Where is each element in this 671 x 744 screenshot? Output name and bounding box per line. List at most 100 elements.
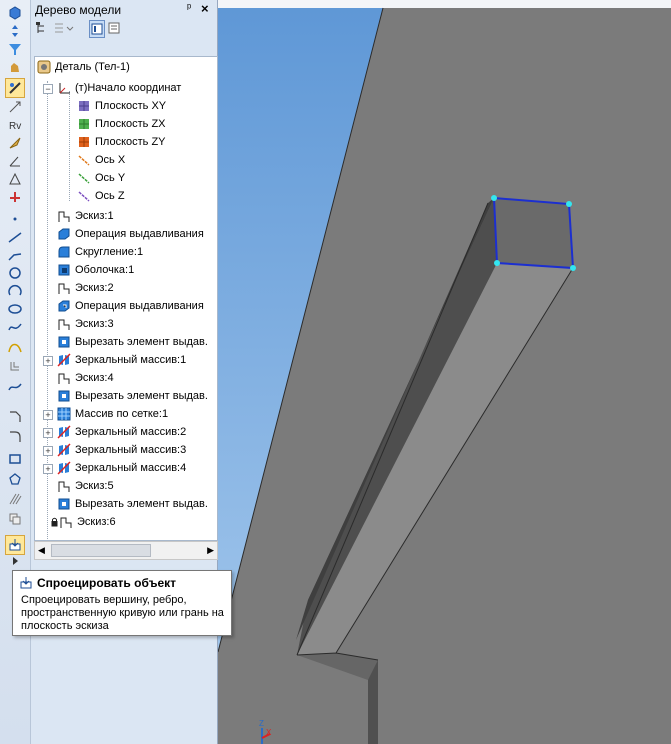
copy-icon[interactable] [6,510,24,528]
tree-item-axis-y[interactable]: Ось Y [77,169,125,187]
tooltip: Спроецировать объект Спроецировать верши… [12,570,232,636]
dimension-icon[interactable] [6,98,24,116]
polygon-icon[interactable] [6,470,24,488]
cube-icon[interactable] [6,4,24,22]
tree-item-mirror-2[interactable]: Зеркальный массив:2 [57,423,186,441]
selected-face[interactable] [494,198,573,268]
move-icon[interactable] [6,22,24,40]
pin-icon[interactable]: ᵖ [187,2,191,14]
expand-toggle[interactable]: + [43,356,53,366]
line-icon[interactable] [6,228,24,246]
ellipse-icon[interactable] [6,300,24,318]
measure-icon[interactable] [5,78,25,98]
close-icon[interactable]: × [201,1,209,16]
document-icon[interactable] [107,20,121,36]
tree-item-origin[interactable]: (т)Начало координат [57,79,181,97]
tree-item-cut-extrude-3[interactable]: Вырезать элемент выдав. [57,495,208,513]
tree-item-label: Эскиз:4 [75,372,114,384]
collapse-toggle[interactable]: − [43,84,53,94]
tree-item-mirror-3[interactable]: Зеркальный массив:3 [57,441,186,459]
mirror-icon [57,461,71,475]
model-scene: Z X [218,0,671,744]
vertex-point[interactable] [494,260,500,266]
axis-x-label: X [266,728,272,737]
circle-icon[interactable] [6,264,24,282]
tree-item-sketch-6[interactable]: Эскиз:6 [51,513,116,531]
spline-icon[interactable] [6,318,24,336]
hatch-icon[interactable] [6,490,24,508]
extrude-icon [58,300,70,312]
tree-item-mirror-4[interactable]: Зеркальный массив:4 [57,459,186,477]
sketch-icon [58,283,70,294]
horizontal-scrollbar[interactable]: ◀ ▶ [34,541,218,560]
filter-icon[interactable] [6,40,24,58]
expand-toggle[interactable]: + [43,410,53,420]
tree-item-label: Ось X [95,154,126,166]
chamfer-icon[interactable] [6,408,24,426]
vertex-point[interactable] [491,195,497,201]
tree-item-label: Эскиз:5 [75,480,114,492]
tree-item-label: Эскиз:2 [75,282,114,294]
project-object-icon[interactable] [5,535,25,555]
tree-item-sketch-4[interactable]: Эскиз:4 [57,369,114,387]
extrude-icon [58,228,70,240]
tree-item-label: Массив по сетке:1 [75,408,169,420]
tree-item-label: Вырезать элемент выдав. [75,498,208,510]
scroll-right-icon[interactable]: ▶ [207,545,214,556]
tree-item-fillet-1[interactable]: Скругление:1 [57,243,143,261]
tree-item-plane-xy[interactable]: Плоскость XY [77,97,166,115]
tree-item-sketch-2[interactable]: Эскиз:2 [57,279,114,297]
rough-icon[interactable] [6,188,24,206]
structure-icon[interactable] [89,20,105,38]
tree-view-icon[interactable] [35,20,49,36]
fillet-icon [58,246,70,258]
polyline-icon[interactable] [6,246,24,264]
expand-toolbar-icon[interactable] [6,556,24,566]
wave-icon[interactable] [6,378,24,396]
panel-title: Дерево модели [35,3,122,17]
tree-item-extrude-1[interactable]: Операция выдавливания [57,225,204,243]
tree-item-cut-extrude-2[interactable]: Вырезать элемент выдав. [57,387,208,405]
scroll-thumb[interactable] [51,544,151,557]
tree-item-grid-pattern-1[interactable]: Массив по сетке:1 [57,405,168,423]
triangle-icon[interactable] [6,170,24,188]
tree-item-cut-extrude-1[interactable]: Вырезать элемент выдав. [57,333,208,351]
tree-item-shell-1[interactable]: Оболочка:1 [57,261,134,279]
scroll-left-icon[interactable]: ◀ [38,545,45,556]
tree-item-label: Плоскость XY [95,100,167,112]
vertex-point[interactable] [566,201,572,207]
sketch-icon [58,211,70,222]
tree-item-label: Ось Z [95,190,125,202]
point-icon[interactable] [6,210,24,228]
tree-item-plane-zx[interactable]: Плоскость ZX [77,115,166,133]
bezier-icon[interactable] [6,338,24,356]
tree-item-label: Плоскость ZY [95,136,166,148]
angle-icon[interactable] [6,152,24,170]
arc-icon[interactable] [6,282,24,300]
fillet-tool-icon[interactable] [6,428,24,446]
expand-toggle[interactable]: + [43,446,53,456]
expand-toggle[interactable]: + [43,464,53,474]
tree-item-sketch-5[interactable]: Эскиз:5 [57,477,114,495]
tree-item-sketch-1[interactable]: Эскиз:1 [57,207,114,225]
tree-item-axis-z[interactable]: Ось Z [77,187,125,205]
viewport-top-strip [218,0,671,8]
tree-item-sketch-3[interactable]: Эскиз:3 [57,315,114,333]
tree-item-part[interactable]: Деталь (Тел-1) [37,58,130,76]
plane-zy-icon [79,137,89,147]
tree-item-mirror-1[interactable]: Зеркальный массив:1 [57,351,186,369]
arrow-icon[interactable] [6,134,24,152]
offset-icon[interactable] [6,358,24,376]
tree-item-axis-x[interactable]: Ось X [77,151,125,169]
rectangle-icon[interactable] [6,450,24,468]
axis-y-icon [78,173,90,184]
text-icon[interactable]: Rv [6,116,24,134]
expand-toggle[interactable]: + [43,428,53,438]
tree-item-plane-zy[interactable]: Плоскость ZY [77,133,166,151]
mirror-icon [57,353,71,367]
list-view-icon[interactable] [53,20,75,36]
hand-icon[interactable] [6,58,24,76]
tree-item-extrude-2[interactable]: Операция выдавливания [57,297,204,315]
vertex-point[interactable] [570,265,576,271]
model-viewport[interactable]: Z X [218,0,671,744]
